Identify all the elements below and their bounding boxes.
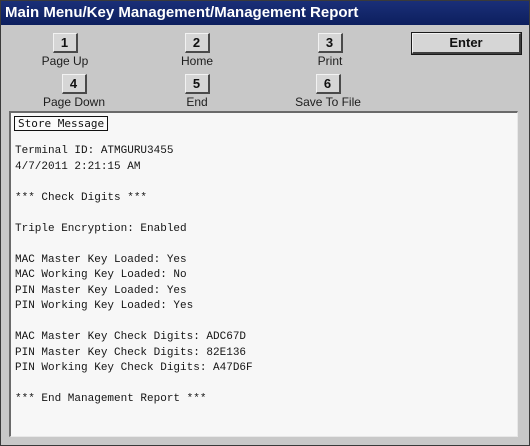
report-lines: Terminal ID: ATMGURU3455 4/7/2011 2:21:1…: [15, 144, 253, 408]
window-title: Main Menu/Key Management/Management Repo…: [1, 1, 529, 25]
key-number[interactable]: 3: [317, 33, 343, 53]
key-label: End: [186, 95, 208, 109]
report-line: PIN Working Key Check Digits: A47D6F: [15, 362, 253, 374]
key-number[interactable]: 5: [184, 74, 210, 94]
report-line: [15, 377, 253, 393]
page-down-key[interactable]: 4 Page Down: [24, 74, 124, 109]
report-line: MAC Working Key Loaded: No: [15, 269, 187, 281]
report-line: MAC Master Key Check Digits: ADC67D: [15, 331, 247, 343]
page-up-key[interactable]: 1 Page Up: [15, 33, 115, 68]
report-line: PIN Master Key Check Digits: 82E136: [15, 346, 247, 359]
report-line: MAC Master Key Loaded: Yes: [15, 253, 187, 266]
key-label: Home: [180, 54, 213, 68]
key-number[interactable]: 2: [184, 33, 210, 53]
report-line: *** End Management Report ***: [15, 393, 207, 405]
report-text-area[interactable]: Store Message Terminal ID: ATMGURU3455 4…: [9, 111, 518, 437]
report-line: Terminal ID: ATMGURU3455: [15, 145, 174, 157]
end-key[interactable]: 5 End: [147, 74, 247, 109]
report-line: [15, 237, 253, 253]
report-line: Triple Encryption: Enabled: [15, 222, 187, 235]
report-line: [15, 315, 253, 331]
report-line: *** Check Digits ***: [15, 191, 148, 204]
report-line: PIN Master Key Loaded: Yes: [15, 284, 187, 297]
key-number[interactable]: 6: [315, 74, 341, 94]
key-label: Save To File: [295, 95, 361, 109]
report-line: 4/7/2011 2:21:15 AM: [15, 160, 141, 173]
management-report-window: Main Menu/Key Management/Management Repo…: [0, 0, 530, 446]
store-message-header: Store Message: [14, 116, 109, 131]
function-key-toolbar: 1 Page Up 2 Home 3 Print 4 Page Down 5 E…: [1, 25, 529, 111]
print-key[interactable]: 3 Print: [280, 33, 380, 68]
save-to-file-key[interactable]: 6 Save To File: [278, 74, 378, 109]
report-line: PIN Working Key Loaded: Yes: [15, 300, 194, 312]
key-label: Page Up: [41, 54, 89, 68]
key-label: Page Down: [42, 95, 106, 109]
key-number[interactable]: 4: [61, 74, 87, 94]
enter-button[interactable]: Enter: [411, 32, 522, 55]
home-key[interactable]: 2 Home: [147, 33, 247, 68]
key-number[interactable]: 1: [52, 33, 78, 53]
report-line: [15, 175, 253, 191]
key-label: Print: [317, 54, 343, 68]
report-line: [15, 206, 253, 222]
